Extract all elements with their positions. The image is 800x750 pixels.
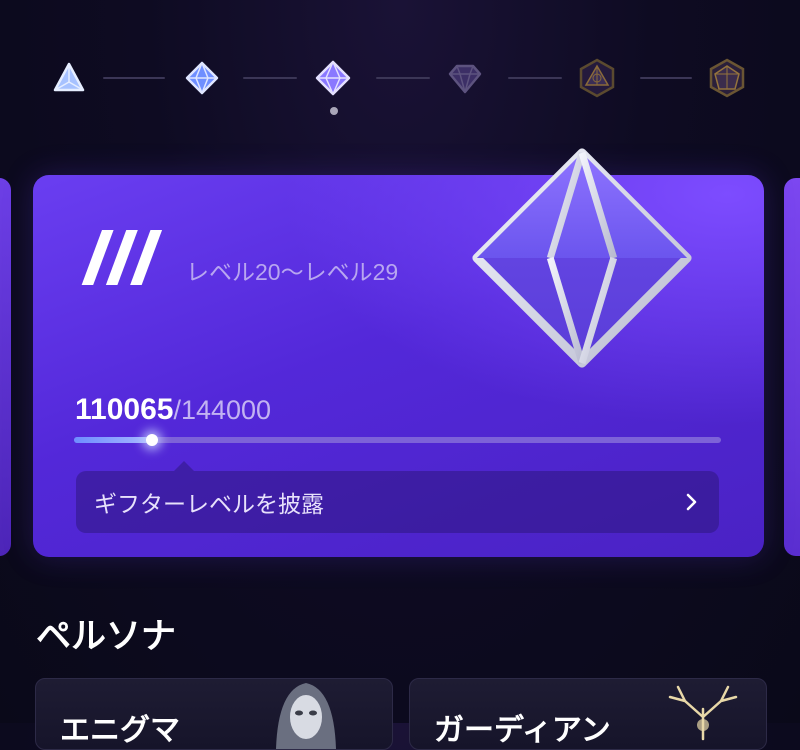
tier-4-gem-icon[interactable] bbox=[445, 58, 485, 98]
level-track bbox=[0, 48, 800, 108]
persona-label: ガーディアン bbox=[434, 714, 611, 747]
tier-2-gem-icon[interactable] bbox=[182, 58, 222, 98]
tier-3-gem-icon[interactable] bbox=[313, 58, 353, 98]
progress-text: 110065/144000 bbox=[75, 393, 271, 427]
tier-5-gem-icon[interactable] bbox=[577, 58, 617, 98]
track-connector bbox=[508, 77, 562, 79]
progress-bar-fill bbox=[74, 437, 152, 443]
previous-level-card[interactable] bbox=[0, 178, 11, 556]
progress-current: 110065 bbox=[75, 393, 174, 426]
track-connector bbox=[376, 77, 430, 79]
masked-figure-icon bbox=[276, 683, 336, 749]
chevron-right-icon bbox=[686, 493, 697, 511]
progress-bar-glow bbox=[146, 434, 158, 446]
level-card: III レベル20〜レベル29 110065/144000 ギフターレベルを披露 bbox=[33, 148, 764, 557]
track-connector bbox=[640, 77, 692, 79]
persona-section-title: ペルソナ bbox=[36, 617, 177, 656]
tier-numeral: III bbox=[77, 213, 166, 302]
persona-card-enigma[interactable]: エニグマ bbox=[35, 678, 393, 750]
track-connector bbox=[243, 77, 297, 79]
tier-3-large-gem-icon bbox=[463, 139, 701, 377]
current-level-indicator bbox=[330, 107, 338, 115]
next-level-card[interactable] bbox=[784, 178, 800, 556]
reveal-gifter-level-button[interactable]: ギフターレベルを披露 bbox=[76, 461, 719, 533]
progress-total: /144000 bbox=[173, 395, 272, 425]
tier-6-gem-icon[interactable] bbox=[707, 58, 747, 98]
progress-bar bbox=[74, 434, 721, 446]
persona-card-guardian[interactable]: ガーディアン bbox=[409, 678, 767, 750]
antlers-icon bbox=[668, 685, 738, 741]
persona-label: エニグマ bbox=[60, 714, 180, 747]
track-connector bbox=[103, 77, 165, 79]
reveal-gifter-level-label: ギフターレベルを披露 bbox=[94, 491, 324, 517]
tier-1-gem-icon[interactable] bbox=[49, 58, 89, 98]
level-range: レベル20〜レベル29 bbox=[186, 259, 399, 285]
